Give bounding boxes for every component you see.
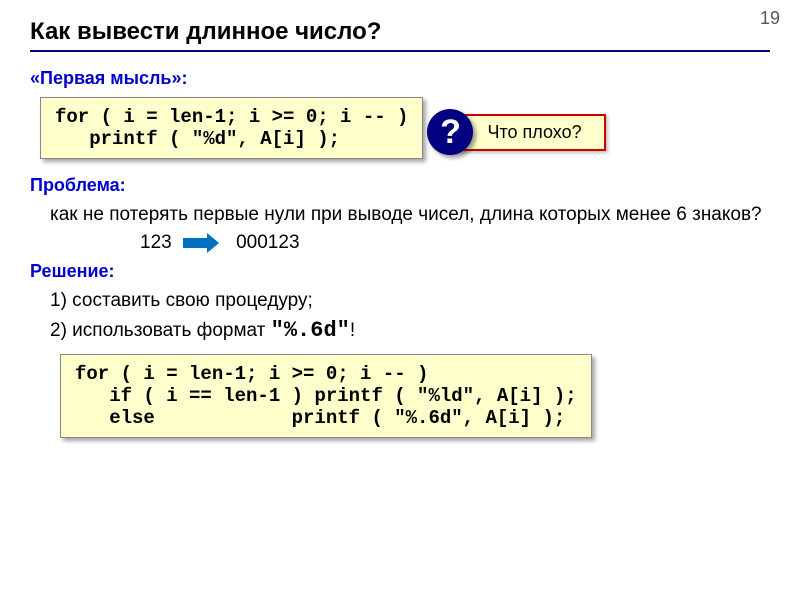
example-right: 000123 — [236, 232, 299, 253]
code-block-1: for ( i = len-1; i >= 0; i -- ) printf (… — [40, 97, 423, 159]
example-left: 123 — [140, 232, 172, 253]
solution-item-2-text: 2) использовать формат — [50, 320, 271, 341]
question-box: Что плохо? — [453, 114, 605, 151]
first-thought-row: for ( i = len-1; i >= 0; i -- ) printf (… — [30, 95, 770, 169]
section-problem: Проблема: — [30, 175, 770, 196]
problem-example: 123 000123 — [140, 230, 770, 256]
solution-item-1: 1) составить свою процедуру; — [50, 288, 770, 314]
code-block-2: for ( i = len-1; i >= 0; i -- ) if ( i =… — [60, 354, 592, 438]
section-solution: Решение: — [30, 261, 770, 282]
solution-item-2: 2) использовать формат "%.6d"! — [50, 316, 770, 346]
page-number: 19 — [760, 8, 780, 29]
solution-item-2-format: "%.6d" — [271, 318, 350, 343]
problem-text: как не потерять первые нули при выводе ч… — [50, 202, 770, 228]
slide: 19 Как вывести длинное число? «Первая мы… — [0, 0, 800, 600]
section-first-thought: «Первая мысль»: — [30, 68, 770, 89]
arrow-icon — [183, 238, 209, 248]
solution-item-2-exclaim: ! — [350, 320, 355, 341]
slide-title: Как вывести длинное число? — [30, 18, 770, 52]
